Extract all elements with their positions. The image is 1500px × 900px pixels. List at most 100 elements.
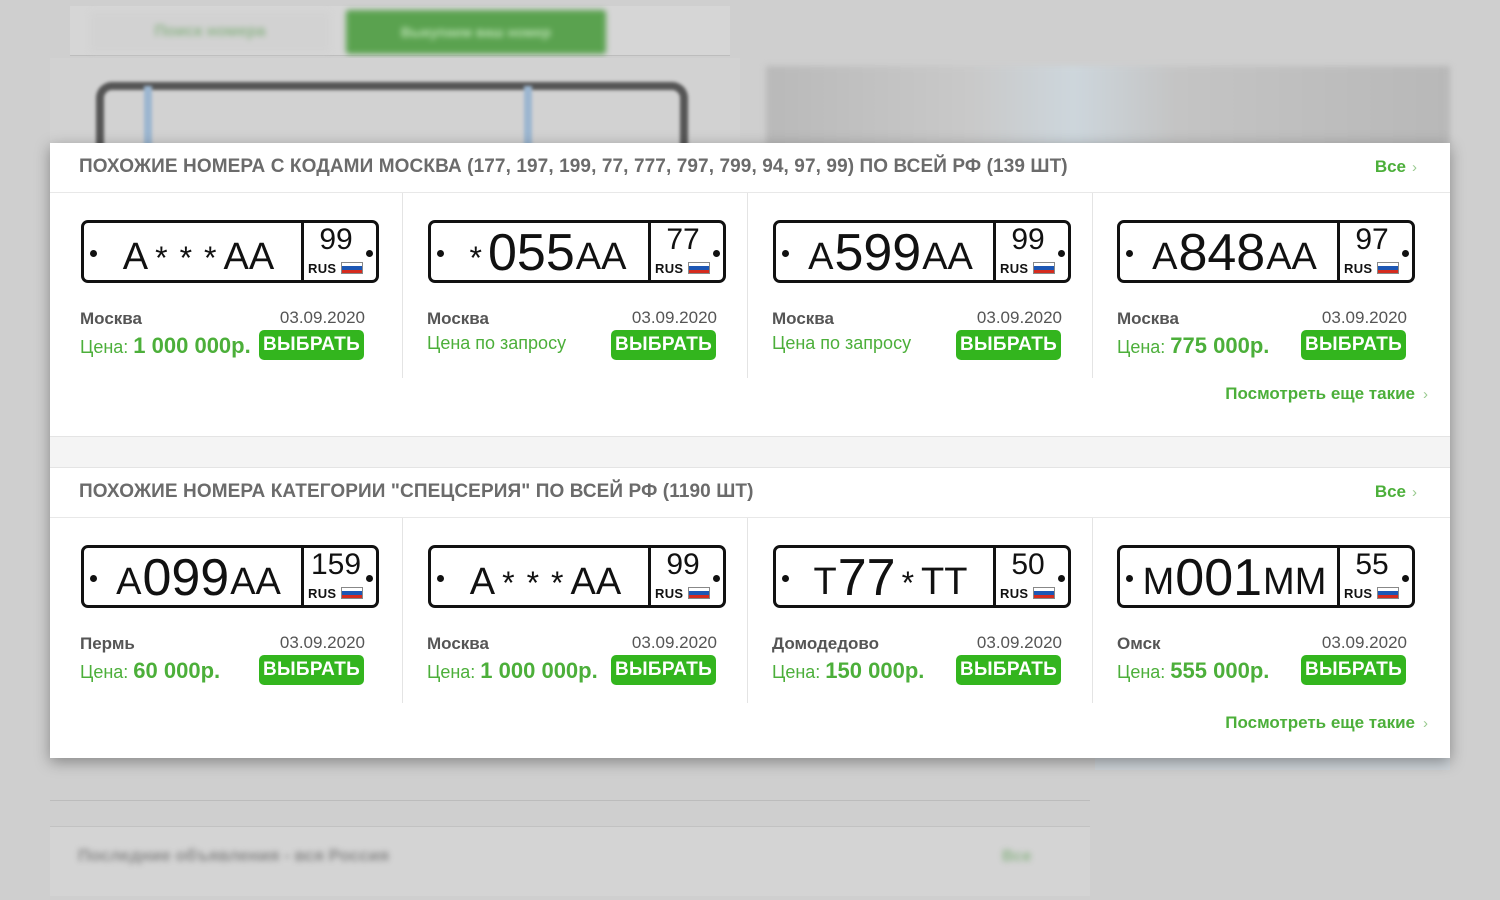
chevron-right-icon: › <box>1412 484 1417 501</box>
chevron-right-icon: › <box>1423 715 1428 732</box>
plate-region: 99 RUS <box>996 223 1068 280</box>
region-code: 99 <box>1011 223 1045 256</box>
card-price: Цена: 150 000р. <box>772 658 925 683</box>
number-card: * 055 АА 77 RUS Москва 03.09.2020 Цена п… <box>402 193 747 378</box>
card-date: 03.09.2020 <box>631 633 717 652</box>
license-plate: А 099 АА 159 RUS <box>81 545 379 608</box>
section-header: ПОХОЖИЕ НОМЕРА КАТЕГОРИИ "СПЕЦСЕРИЯ" ПО … <box>50 468 1450 518</box>
card-date: 03.09.2020 <box>279 308 365 327</box>
license-plate: М 001 ММ 55 RUS <box>1117 545 1415 608</box>
all-link-label[interactable]: Все <box>1375 157 1406 176</box>
cards-row: А 099 АА 159 RUS Пермь 03.09.2020 Цена: … <box>50 518 1450 708</box>
card-date: 03.09.2020 <box>631 308 717 327</box>
number-card: А 848 АА 97 RUS Москва 03.09.2020 Цена: … <box>1092 193 1437 378</box>
plate-region: 77 RUS <box>651 223 723 280</box>
plate-region: 159 RUS <box>304 548 376 605</box>
rus-label: RUS <box>1000 261 1029 276</box>
select-button[interactable]: ВЫБРАТЬ <box>611 330 716 360</box>
russian-flag-icon <box>688 262 710 274</box>
plate-region: 97 RUS <box>1340 223 1412 280</box>
number-card: М 001 ММ 55 RUS Омск 03.09.2020 Цена: 55… <box>1092 518 1437 703</box>
card-date: 03.09.2020 <box>976 633 1062 652</box>
chevron-right-icon: › <box>1412 159 1417 176</box>
card-price: Цена: 775 000р. <box>1117 333 1270 358</box>
card-price: Цена: 60 000р. <box>80 658 221 683</box>
all-link[interactable]: Все › <box>1375 482 1417 502</box>
card-date: 03.09.2020 <box>1321 633 1407 652</box>
select-button[interactable]: ВЫБРАТЬ <box>611 655 716 685</box>
section-title: ПОХОЖИЕ НОМЕРА С КОДАМИ МОСКВА (177, 197… <box>79 156 1068 177</box>
plate-bolt-icon <box>366 575 373 582</box>
see-more-label[interactable]: Посмотреть еще такие <box>1225 384 1415 403</box>
card-city: Москва <box>427 634 489 653</box>
select-button[interactable]: ВЫБРАТЬ <box>956 655 1061 685</box>
card-price: Цена по запросу <box>427 333 567 353</box>
all-link[interactable]: Все › <box>1375 157 1417 177</box>
see-more-link[interactable]: Посмотреть еще такие › <box>1225 384 1428 404</box>
select-button[interactable]: ВЫБРАТЬ <box>259 655 364 685</box>
all-link-label[interactable]: Все <box>1375 482 1406 501</box>
plate-bolt-icon <box>366 250 373 257</box>
plate-region: 99 RUS <box>304 223 376 280</box>
see-more-label[interactable]: Посмотреть еще такие <box>1225 713 1415 732</box>
card-city: Домодедово <box>772 634 880 653</box>
russian-flag-icon <box>1033 262 1055 274</box>
card-city: Москва <box>1117 309 1179 328</box>
select-button[interactable]: ВЫБРАТЬ <box>1301 655 1406 685</box>
plate-region: 50 RUS <box>996 548 1068 605</box>
card-city: Москва <box>80 309 142 328</box>
license-plate: Т 77 * ТТ 50 RUS <box>773 545 1071 608</box>
number-card: А * * * АА 99 RUS Москва 03.09.2020 Цена… <box>50 193 395 378</box>
plate-bolt-icon <box>90 250 97 257</box>
plate-bolt-icon <box>782 250 789 257</box>
russian-flag-icon <box>341 587 363 599</box>
license-plate: А 848 АА 97 RUS <box>1117 220 1415 283</box>
card-price: Цена по запросу <box>772 333 912 353</box>
plate-bolt-icon <box>713 250 720 257</box>
plate-number: * 055 АА <box>469 224 627 282</box>
similar-numbers-panel: ПОХОЖИЕ НОМЕРА С КОДАМИ МОСКВА (177, 197… <box>50 143 1450 758</box>
plate-number: М 001 ММ <box>1142 549 1327 607</box>
plate-number: А 848 АА <box>1152 224 1317 282</box>
plate-bolt-icon <box>437 250 444 257</box>
plate-number: А * * * АА <box>469 561 622 603</box>
russian-flag-icon <box>1033 587 1055 599</box>
russian-flag-icon <box>688 587 710 599</box>
section-header: ПОХОЖИЕ НОМЕРА С КОДАМИ МОСКВА (177, 197… <box>50 143 1450 193</box>
plate-number: Т 77 * ТТ <box>813 549 968 607</box>
card-city: Москва <box>772 309 834 328</box>
section-moscow-codes: ПОХОЖИЕ НОМЕРА С КОДАМИ МОСКВА (177, 197… <box>50 143 1450 436</box>
card-city: Москва <box>427 309 489 328</box>
background-bottom-title: Последние объявления - вся Россия <box>78 846 390 865</box>
number-card: Т 77 * ТТ 50 RUS Домодедово 03.09.2020 Ц… <box>747 518 1092 703</box>
background-tab-sell[interactable]: Выкупаем ваш номер <box>346 10 606 54</box>
number-card: А 599 АА 99 RUS Москва 03.09.2020 Цена п… <box>747 193 1092 378</box>
background-tab-search[interactable]: Поиск номера <box>90 12 330 52</box>
plate-bolt-icon <box>1058 575 1065 582</box>
plate-bolt-icon <box>1058 250 1065 257</box>
card-price: Цена: 1 000 000р. <box>80 333 251 358</box>
background-bottom-all-link[interactable]: Все <box>1002 848 1031 866</box>
rus-label: RUS <box>1344 586 1373 601</box>
russian-flag-icon <box>341 262 363 274</box>
select-button[interactable]: ВЫБРАТЬ <box>956 330 1061 360</box>
see-more-link[interactable]: Посмотреть еще такие › <box>1225 713 1428 733</box>
region-code: 97 <box>1355 223 1389 256</box>
rus-label: RUS <box>1344 261 1373 276</box>
plate-region: 99 RUS <box>651 548 723 605</box>
plate-region: 55 RUS <box>1340 548 1412 605</box>
license-plate: * 055 АА 77 RUS <box>428 220 726 283</box>
card-city: Пермь <box>80 634 135 653</box>
plate-bolt-icon <box>1402 250 1409 257</box>
select-button[interactable]: ВЫБРАТЬ <box>259 330 364 360</box>
chevron-right-icon: › <box>1423 386 1428 403</box>
rus-label: RUS <box>308 586 337 601</box>
select-button[interactable]: ВЫБРАТЬ <box>1301 330 1406 360</box>
russian-flag-icon <box>1377 262 1399 274</box>
region-code: 99 <box>666 548 700 581</box>
card-city: Омск <box>1117 634 1161 653</box>
card-date: 03.09.2020 <box>976 308 1062 327</box>
card-price: Цена: 555 000р. <box>1117 658 1270 683</box>
card-price: Цена: 1 000 000р. <box>427 658 598 683</box>
plate-bolt-icon <box>1126 575 1133 582</box>
